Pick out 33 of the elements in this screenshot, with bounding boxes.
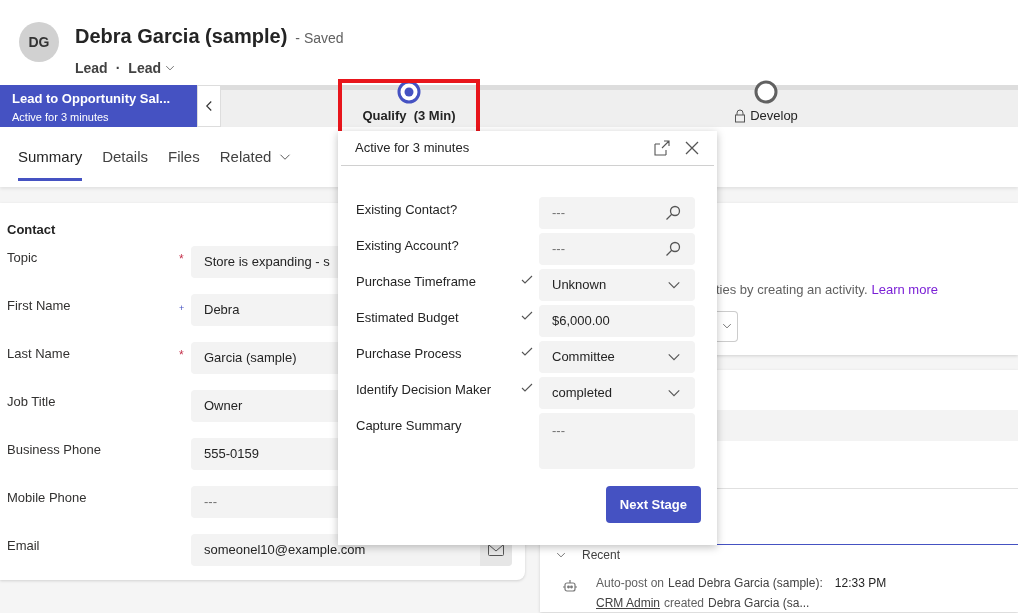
field-label: Last Name (7, 344, 71, 363)
post-object: Debra Garcia (sa... (708, 595, 810, 612)
step-label: Existing Account? (356, 237, 460, 255)
save-status: - Saved (295, 29, 344, 48)
step-label: Identify Decision Maker (356, 381, 493, 399)
process-name: Lead to Opportunity Sal... (12, 90, 172, 108)
post-prefix: Auto-post on (596, 575, 665, 592)
field-label: Job Title (7, 392, 57, 411)
field-label: Email (7, 536, 41, 555)
section-heading: Recent (582, 547, 621, 564)
field-label: First Name (7, 296, 72, 315)
step-label: Estimated Budget (356, 309, 460, 327)
required-marker: * (179, 251, 184, 266)
step-label: Purchase Timeframe (356, 273, 477, 291)
separator: · (115, 59, 121, 78)
avatar: DG (19, 22, 59, 62)
flyout-status: Active for 3 minutes (355, 139, 471, 158)
field-label: Mobile Phone (7, 488, 88, 507)
field-label: Business Phone (7, 440, 102, 459)
process-status: Active for 3 minutes (12, 109, 110, 125)
post-time: 12:33 PM (834, 575, 887, 592)
entity-name: Lead (75, 59, 108, 78)
section-heading: Contact (7, 221, 57, 239)
record-title: Debra Garcia (sample) (75, 24, 288, 49)
step-label: Purchase Process (356, 345, 463, 363)
post-subject: Lead Debra Garcia (sample): (668, 575, 823, 592)
required-marker: + (179, 302, 185, 313)
required-marker: * (179, 347, 184, 362)
field-label: Topic (7, 248, 39, 267)
post-action: created (664, 595, 705, 612)
step-label: Existing Contact? (356, 201, 459, 219)
step-label: Capture Summary (356, 417, 463, 435)
timeline-hint: ties by creating an activity. (716, 281, 868, 299)
